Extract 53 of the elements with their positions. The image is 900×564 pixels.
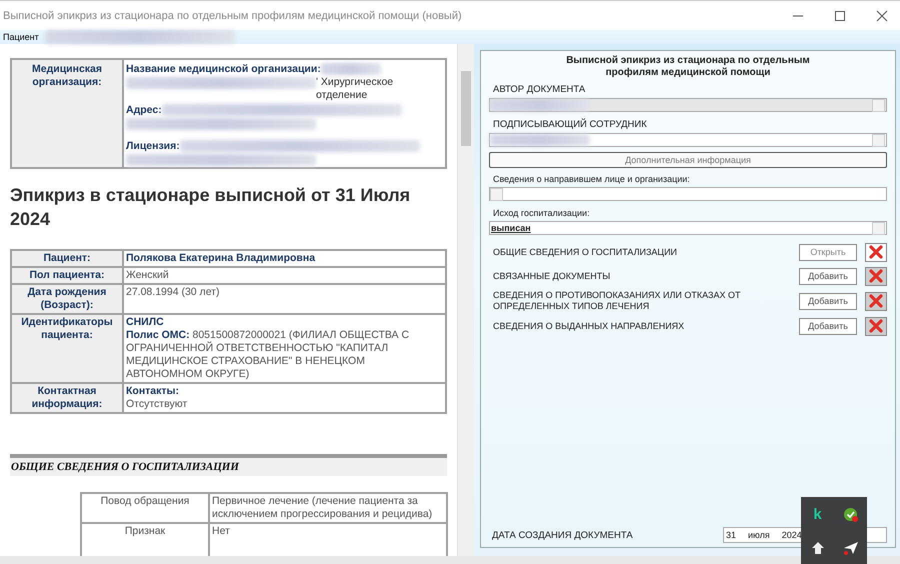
- cell-text: Полис ОМС: 8051500872000021 (ФИЛИАЛ ОБЩЕСТВА С ОГРАНИЧЕННОЙ ОТВЕТСТВЕННОСТЬЮ "КАПИТАЛ МЕДИЦИНСКОЕ СТРАХОВАНИЕ" В НЕНЕЦКОМ АВТОНОМНОМ ОКРУГЕ): [126, 329, 410, 380]
- field-label: Лицензия:: [126, 140, 180, 152]
- section-heading: ОБЩИЕ СВЕДЕНИЯ О ГОСПИТАЛИЗАЦИИ: [10, 454, 447, 476]
- delete-button[interactable]: [865, 242, 887, 262]
- outcome-field[interactable]: выписан: [489, 221, 887, 235]
- field-label: Название медицинской организации:: [126, 63, 321, 75]
- section-button[interactable]: Добавить: [799, 292, 857, 310]
- field-value: ' Хирургическое отделение: [316, 76, 394, 102]
- table-cell: Повод обращения: [81, 493, 209, 523]
- field-label: ПОДПИСЫВАЮЩИЙ СОТРУДНИК: [493, 119, 648, 130]
- send-icon[interactable]: [842, 541, 858, 555]
- cell-text: Контакты:: [126, 385, 180, 397]
- window-title: Выписной эпикриз из стационара по отдельным профилям медицинской помощи (новый): [3, 10, 462, 22]
- delete-button[interactable]: [865, 316, 887, 336]
- referral-field[interactable]: [489, 187, 887, 201]
- scrollbar-thumb[interactable]: [461, 71, 471, 146]
- section-button[interactable]: Добавить: [799, 318, 857, 334]
- delete-button[interactable]: [865, 292, 887, 310]
- cell-text: Женский: [126, 269, 169, 281]
- section-label: ОБЩИЕ СВЕДЕНИЯ О ГОСПИТАЛИЗАЦИИ: [493, 246, 678, 258]
- document-heading: Эпикриз в стационаре выписной от 31 Июля 2024: [10, 184, 412, 231]
- row-label: Пол пациента:: [11, 267, 123, 284]
- signer-field[interactable]: [489, 133, 887, 147]
- cell-text: СНИЛС: [126, 316, 164, 328]
- row-label: Дата рождения (Возраст):: [11, 284, 123, 314]
- maximize-icon[interactable]: [834, 10, 846, 22]
- section-label: СВЕДЕНИЯ О ПРОТИВОПОКАЗАНИЯХ ИЛИ ОТКАЗАХ ОТ ОПРЕДЕЛЕННЫХ ТИПОВ ЛЕЧЕНИЯ: [493, 290, 742, 312]
- row-label: Пациент:: [11, 250, 123, 267]
- redacted-area: [320, 63, 381, 76]
- section-button[interactable]: Открыть: [799, 244, 857, 260]
- section-label: СВЕДЕНИЯ О ВЫДАННЫХ НАПРАВЛЕНИЯХ: [493, 320, 686, 332]
- row-label: Контактная информация:: [11, 383, 123, 413]
- menu-item[interactable]: Пациент: [3, 32, 39, 42]
- field-label: Сведения о направившем лице и организации:: [493, 174, 691, 184]
- cell-text: Полякова Екатерина Владимировна: [126, 252, 316, 264]
- cell-text: 27.08.1994 (30 лет): [126, 286, 220, 298]
- upload-icon[interactable]: [810, 541, 824, 555]
- field-label: Исход госпитализации:: [493, 208, 591, 218]
- section-button[interactable]: Добавить: [799, 268, 857, 284]
- delete-button[interactable]: [865, 266, 887, 286]
- table-cell: Первичное лечение (лечение пациента за исключением прогрессирования и рецидива): [209, 493, 447, 523]
- section-label: СВЯЗАННЫЕ ДОКУМЕНТЫ: [493, 270, 612, 282]
- close-icon[interactable]: [876, 10, 888, 22]
- shield-check-icon[interactable]: [842, 506, 858, 522]
- row-label: Медицинская организация:: [11, 59, 123, 168]
- tray-app-icon[interactable]: k: [813, 506, 822, 523]
- cell-text: Отсутствуют: [126, 398, 188, 410]
- field-label: ДАТА СОЗДАНИЯ ДОКУМЕНТА: [491, 530, 633, 540]
- field-label: Адрес:: [126, 104, 162, 116]
- additional-info-button[interactable]: Дополнительная информация: [489, 152, 887, 168]
- row-label: Идентификаторы пациента:: [11, 314, 123, 383]
- field-label: АВТОР ДОКУМЕНТА: [493, 84, 586, 95]
- form-title: Выписной эпикриз из стационара по отдельным профилям медицинской помощи: [565, 55, 811, 79]
